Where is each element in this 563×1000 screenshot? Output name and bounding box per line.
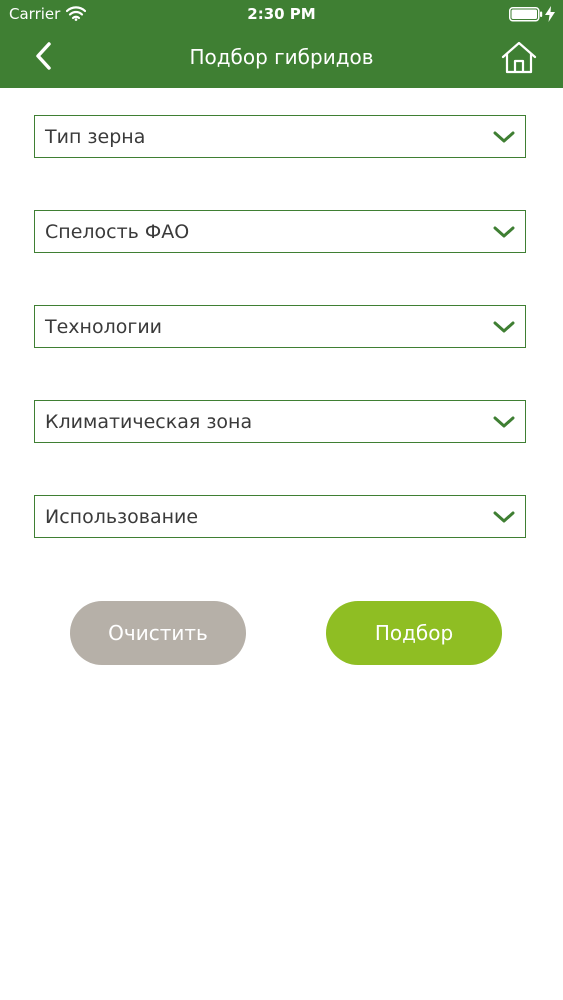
home-button[interactable] [500, 40, 538, 76]
clear-button[interactable]: Очистить [70, 601, 246, 665]
home-icon [501, 41, 537, 74]
nav-header: Carrier 2:30 PM Подбор гибридов [0, 0, 563, 88]
submit-selection-button[interactable]: Подбор [326, 601, 502, 665]
chevron-down-icon [493, 511, 515, 523]
fao-maturity-select[interactable]: Спелость ФАО [34, 210, 526, 253]
chevron-down-icon [493, 226, 515, 238]
climate-zone-label: Климатическая зона [45, 411, 253, 433]
chevron-down-icon [493, 131, 515, 143]
battery-icon [509, 7, 543, 22]
grain-type-select[interactable]: Тип зерна [34, 115, 526, 158]
usage-select[interactable]: Использование [34, 495, 526, 538]
climate-zone-select[interactable]: Климатическая зона [34, 400, 526, 443]
fao-maturity-label: Спелость ФАО [45, 221, 190, 243]
grain-type-label: Тип зерна [45, 126, 146, 148]
chevron-down-icon [493, 321, 515, 333]
chevron-down-icon [493, 416, 515, 428]
page-title: Подбор гибридов [189, 45, 374, 69]
clock: 2:30 PM [247, 5, 316, 23]
technologies-label: Технологии [45, 316, 163, 338]
usage-label: Использование [45, 506, 199, 528]
charging-icon [545, 6, 555, 22]
technologies-select[interactable]: Технологии [34, 305, 526, 348]
status-bar: Carrier 2:30 PM [0, 0, 563, 30]
